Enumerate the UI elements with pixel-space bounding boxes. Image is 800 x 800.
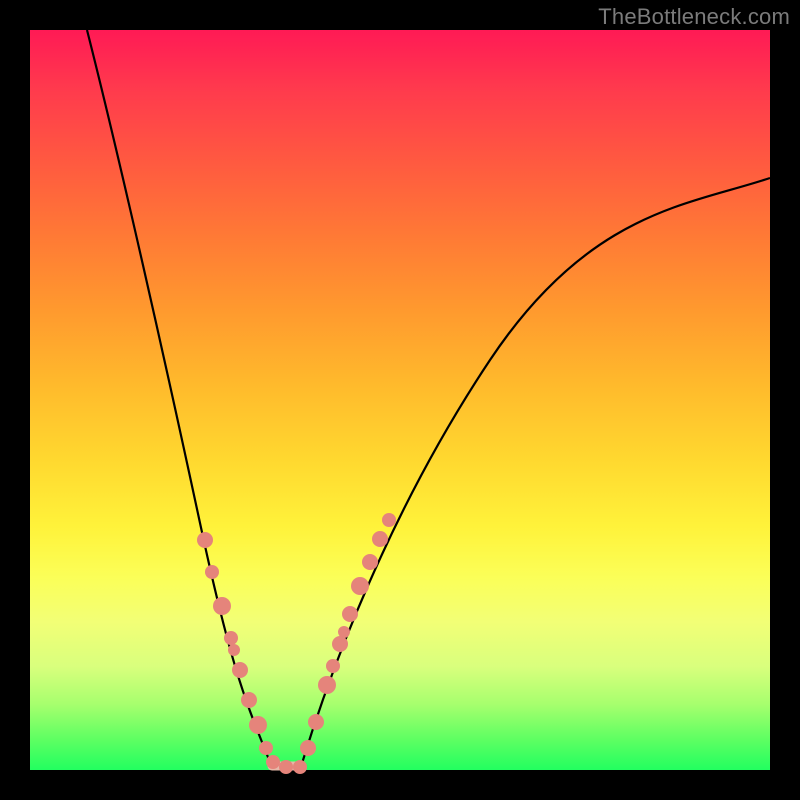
- marker-dot: [332, 636, 348, 652]
- marker-dot: [362, 554, 378, 570]
- marker-dot: [382, 513, 396, 527]
- marker-dot: [205, 565, 219, 579]
- watermark-text: TheBottleneck.com: [598, 4, 790, 30]
- marker-dot: [308, 714, 324, 730]
- marker-dot: [259, 741, 273, 755]
- marker-dot: [300, 740, 316, 756]
- curve-right-branch: [300, 178, 770, 770]
- marker-dot: [351, 577, 369, 595]
- marker-dot: [372, 531, 388, 547]
- chart-svg: [30, 30, 770, 770]
- marker-dot: [228, 644, 240, 656]
- curve-left-branch: [87, 30, 273, 770]
- marker-dot: [197, 532, 213, 548]
- marker-dot: [266, 755, 280, 769]
- marker-dot: [326, 659, 340, 673]
- marker-dot: [224, 631, 238, 645]
- marker-dot: [279, 760, 293, 774]
- marker-dot: [318, 676, 336, 694]
- chart-frame: TheBottleneck.com: [0, 0, 800, 800]
- marker-dot: [249, 716, 267, 734]
- marker-dot: [342, 606, 358, 622]
- marker-dot: [241, 692, 257, 708]
- marker-dot: [213, 597, 231, 615]
- marker-dot: [338, 626, 350, 638]
- marker-dot: [232, 662, 248, 678]
- marker-group: [197, 513, 396, 774]
- marker-dot: [293, 760, 307, 774]
